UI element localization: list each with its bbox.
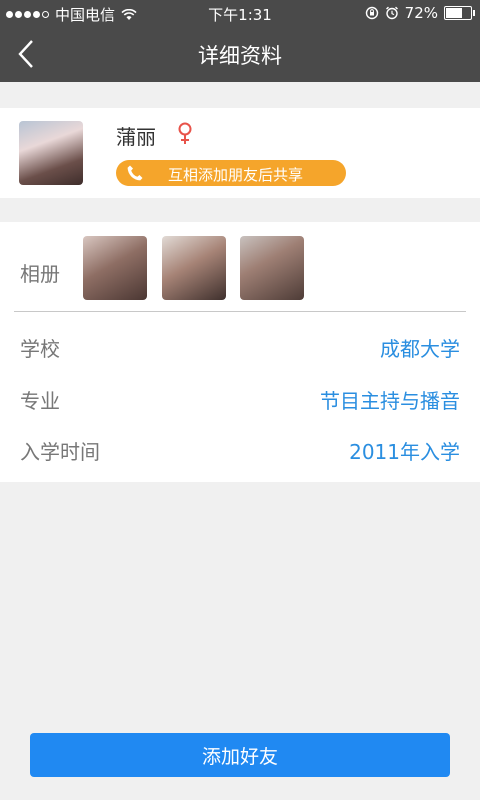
female-icon [178,122,192,144]
share-text: 互相添加朋友后共享 [168,166,304,184]
status-bar: 中国电信 下午1:31 72% [0,0,480,26]
enrollment-label: 入学时间 [20,440,100,464]
battery-icon [444,6,475,20]
page-title: 详细资料 [198,44,282,68]
status-right: 72% [365,4,475,22]
album-label: 相册 [20,262,60,286]
battery-percent: 72% [404,4,438,22]
user-name: 蒲丽 [116,125,156,149]
school-label: 学校 [20,337,60,361]
enrollment-value: 2011年入学 [349,440,460,464]
add-friend-button[interactable]: 添加好友 [30,733,450,777]
avatar[interactable] [19,121,83,185]
nav-bar: 详细资料 [0,26,480,82]
alarm-icon [385,6,398,20]
phone-icon [127,165,143,181]
album-photo[interactable] [162,236,226,300]
share-permission-badge: 互相添加朋友后共享 [116,160,346,186]
details-card: 相册 学校 成都大学 专业 节目主持与播音 入学时间 2011年入学 [0,222,480,482]
battery-fill [446,8,462,18]
album-photo[interactable] [240,236,304,300]
profile-card: 蒲丽 互相添加朋友后共享 [0,108,480,198]
major-label: 专业 [20,389,60,413]
rotation-lock-icon [365,6,378,20]
school-value: 成都大学 [380,337,460,361]
album-photo[interactable] [83,236,147,300]
divider [14,311,466,312]
major-value: 节目主持与播音 [320,389,460,413]
